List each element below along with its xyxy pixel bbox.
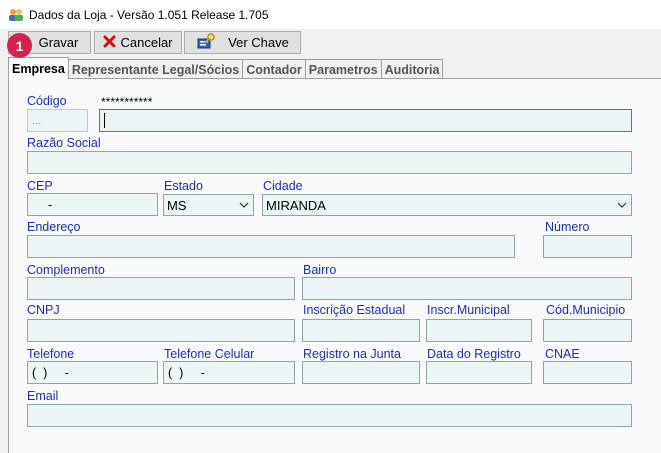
inscricao-estadual-label: Inscrição Estadual [303, 303, 406, 317]
estado-label: Estado [164, 179, 203, 193]
telefone-value: ( ) - [32, 365, 69, 380]
store-data-window: Dados da Loja - Versão 1.051 Release 1.7… [0, 0, 661, 453]
app-users-icon [8, 8, 24, 22]
tab-representante-legal[interactable]: Representante Legal/Sócios [67, 59, 244, 79]
cancel-button-label: Cancelar [120, 35, 173, 50]
chevron-down-icon [613, 195, 631, 215]
cidade-select[interactable]: MIRANDA [262, 194, 632, 216]
tab-auditoria[interactable]: Auditoria [380, 59, 444, 79]
estado-select[interactable]: MS [163, 194, 254, 216]
cnpj-label: CNPJ [27, 303, 60, 317]
cnpj-input[interactable] [27, 319, 295, 342]
codigo-main-input[interactable] [99, 109, 632, 132]
toolbar: Gravar Cancelar Ver Chave [0, 29, 661, 55]
red-x-icon [103, 35, 116, 51]
telefone-celular-input[interactable]: ( ) - [163, 361, 295, 384]
cep-value: - [48, 197, 53, 212]
tab-empresa[interactable]: Empresa [8, 57, 69, 79]
codigo-value: ... [32, 114, 42, 127]
codigo-field[interactable]: ... [27, 109, 88, 132]
cnae-input[interactable] [543, 361, 632, 384]
empresa-panel: Código *********** ... Razão Social CEP … [8, 79, 661, 453]
bairro-label: Bairro [303, 263, 337, 277]
razao-social-input[interactable] [27, 151, 632, 174]
numero-input[interactable] [543, 235, 632, 258]
tab-contador[interactable]: Contador [242, 59, 306, 79]
view-key-button[interactable]: Ver Chave [184, 31, 301, 54]
key-document-icon [196, 33, 216, 52]
registro-junta-label: Registro na Junta [303, 347, 401, 361]
window-title: Dados da Loja - Versão 1.051 Release 1.7… [29, 7, 269, 22]
cod-municipio-label: Cód.Municipio [546, 303, 626, 317]
save-button-label: Gravar [38, 35, 79, 50]
cidade-label: Cidade [263, 179, 303, 193]
data-registro-input[interactable] [426, 361, 532, 384]
data-registro-label: Data do Registro [427, 347, 521, 361]
chevron-down-icon [235, 195, 253, 215]
telefone-celular-label: Telefone Celular [164, 347, 255, 361]
tab-parametros[interactable]: Parametros [304, 59, 382, 79]
bairro-input[interactable] [302, 277, 632, 300]
endereco-input[interactable] [27, 235, 515, 258]
telefone-celular-value: ( ) - [168, 365, 205, 380]
telefone-label: Telefone [27, 347, 75, 361]
view-key-button-label: Ver Chave [228, 35, 289, 50]
complemento-label: Complemento [27, 263, 105, 277]
razao-social-label: Razão Social [27, 136, 101, 150]
cidade-value: MIRANDA [266, 197, 326, 213]
title-bar: Dados da Loja - Versão 1.051 Release 1.7… [0, 0, 661, 29]
tab-bar: Empresa Representante Legal/Sócios Conta… [8, 57, 444, 79]
email-input[interactable] [27, 404, 632, 427]
cep-label: CEP [27, 179, 53, 193]
numero-label: Número [545, 220, 590, 234]
cnae-label: CNAE [545, 347, 580, 361]
codigo-label: Código [27, 94, 67, 108]
complemento-input[interactable] [27, 277, 295, 300]
inscr-municipal-input[interactable] [426, 319, 532, 342]
inscricao-estadual-input[interactable] [302, 319, 420, 342]
step-badge: 1 [7, 33, 32, 58]
email-label: Email [27, 389, 59, 403]
endereco-label: Endereço [27, 220, 81, 234]
inscr-municipal-label: Inscr.Municipal [427, 303, 510, 317]
masked-key-text: *********** [101, 95, 153, 109]
registro-junta-input[interactable] [302, 361, 420, 384]
cep-input[interactable]: - [27, 193, 158, 216]
cod-municipio-input[interactable] [543, 319, 632, 342]
text-caret [104, 113, 105, 128]
telefone-input[interactable]: ( ) - [27, 361, 158, 384]
cancel-button[interactable]: Cancelar [94, 31, 182, 54]
estado-value: MS [167, 197, 187, 213]
